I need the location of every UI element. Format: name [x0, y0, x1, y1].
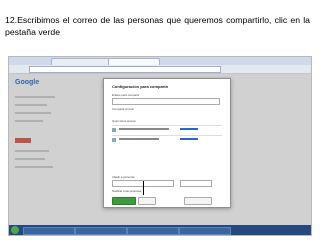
share-via-label: Compartir vínculo: [112, 107, 134, 111]
row-text: [119, 128, 169, 130]
notify-label: Notificar a las personas: [112, 189, 142, 193]
change-link: [180, 128, 198, 130]
link-label: Enlace para compartir: [112, 93, 140, 97]
taskbar-item: [179, 227, 231, 235]
instruction-caption: 12.Escribimos el correo de las personas …: [5, 15, 310, 37]
sharing-dialog: Configuración para compartir Enlace para…: [103, 78, 231, 208]
owner-link: [180, 138, 198, 140]
address-bar: [9, 65, 311, 74]
share-button: [112, 197, 136, 205]
text-cursor: [143, 181, 144, 195]
user-icon: [112, 138, 116, 142]
options-button: [184, 197, 212, 205]
lock-icon: [112, 128, 116, 132]
modal-overlay: Configuración para compartir Enlace para…: [9, 74, 311, 225]
access-label: Quién tiene acceso: [112, 119, 136, 123]
address-field: [29, 66, 221, 73]
add-people-label: Añadir a personas: [112, 175, 135, 179]
taskbar-item: [127, 227, 179, 235]
cancel-button: [138, 197, 156, 205]
taskbar: [9, 225, 311, 235]
browser-tab-bar: [9, 57, 311, 66]
taskbar-item: [75, 227, 127, 235]
permission-select: [180, 180, 212, 187]
screenshot-image: Google Configuración para compartir Enla…: [8, 56, 312, 236]
row-text: [119, 138, 159, 140]
access-row: [112, 135, 222, 145]
dialog-title: Configuración para compartir: [112, 84, 169, 89]
start-button: [11, 226, 19, 234]
taskbar-item: [23, 227, 75, 235]
access-row: [112, 125, 222, 135]
link-field: [112, 98, 220, 105]
